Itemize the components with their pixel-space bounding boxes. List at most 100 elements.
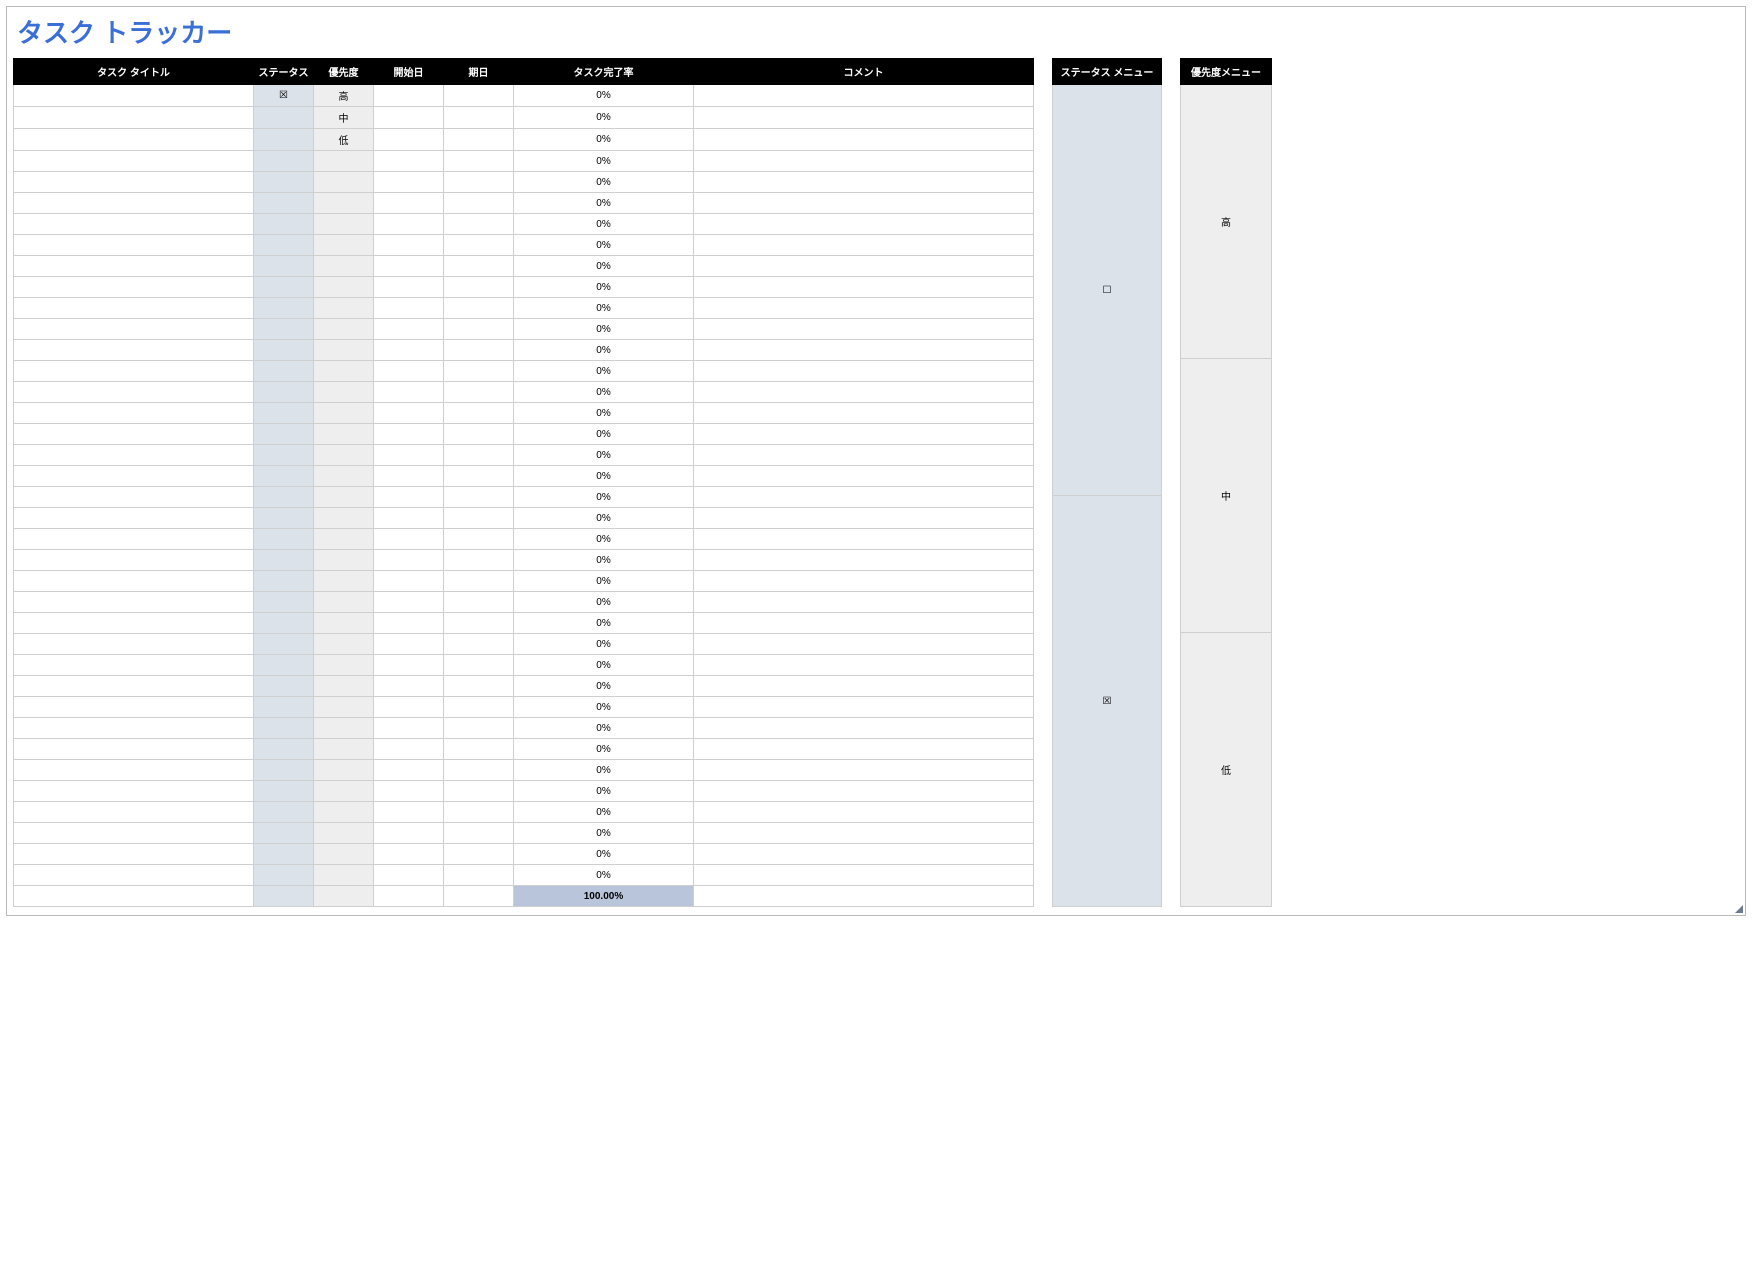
- cell-due-date[interactable]: [444, 634, 514, 655]
- cell-completion[interactable]: 0%: [514, 781, 694, 802]
- cell-start-date[interactable]: [374, 634, 444, 655]
- cell-completion[interactable]: 0%: [514, 107, 694, 129]
- cell-status[interactable]: [254, 340, 314, 361]
- cell-start-date[interactable]: [374, 256, 444, 277]
- footer-cell-priority[interactable]: [314, 886, 374, 907]
- footer-cell-status[interactable]: [254, 886, 314, 907]
- cell-status[interactable]: [254, 487, 314, 508]
- cell-priority[interactable]: [314, 718, 374, 739]
- cell-comment[interactable]: [694, 424, 1034, 445]
- cell-completion[interactable]: 0%: [514, 193, 694, 214]
- cell-due-date[interactable]: [444, 277, 514, 298]
- cell-start-date[interactable]: [374, 214, 444, 235]
- status-menu-item[interactable]: ☒: [1053, 496, 1162, 907]
- cell-due-date[interactable]: [444, 382, 514, 403]
- cell-start-date[interactable]: [374, 403, 444, 424]
- cell-task-title[interactable]: [14, 151, 254, 172]
- cell-priority[interactable]: [314, 277, 374, 298]
- cell-completion[interactable]: 0%: [514, 466, 694, 487]
- cell-task-title[interactable]: [14, 361, 254, 382]
- cell-priority[interactable]: [314, 529, 374, 550]
- cell-due-date[interactable]: [444, 403, 514, 424]
- cell-status[interactable]: [254, 256, 314, 277]
- cell-status[interactable]: [254, 235, 314, 256]
- cell-completion[interactable]: 0%: [514, 697, 694, 718]
- cell-status[interactable]: [254, 529, 314, 550]
- cell-completion[interactable]: 0%: [514, 613, 694, 634]
- cell-start-date[interactable]: [374, 550, 444, 571]
- cell-priority[interactable]: [314, 571, 374, 592]
- col-header-comment[interactable]: コメント: [694, 59, 1034, 85]
- cell-completion[interactable]: 0%: [514, 802, 694, 823]
- cell-comment[interactable]: [694, 340, 1034, 361]
- cell-status[interactable]: [254, 781, 314, 802]
- cell-due-date[interactable]: [444, 739, 514, 760]
- cell-priority[interactable]: [314, 508, 374, 529]
- cell-start-date[interactable]: [374, 508, 444, 529]
- cell-completion[interactable]: 0%: [514, 823, 694, 844]
- cell-completion[interactable]: 0%: [514, 172, 694, 193]
- cell-priority[interactable]: [314, 655, 374, 676]
- cell-start-date[interactable]: [374, 676, 444, 697]
- cell-task-title[interactable]: [14, 277, 254, 298]
- cell-due-date[interactable]: [444, 718, 514, 739]
- cell-priority[interactable]: [314, 214, 374, 235]
- cell-due-date[interactable]: [444, 529, 514, 550]
- cell-start-date[interactable]: [374, 760, 444, 781]
- cell-priority[interactable]: [314, 697, 374, 718]
- cell-priority[interactable]: [314, 466, 374, 487]
- cell-due-date[interactable]: [444, 655, 514, 676]
- cell-comment[interactable]: [694, 151, 1034, 172]
- cell-task-title[interactable]: [14, 256, 254, 277]
- cell-status[interactable]: [254, 193, 314, 214]
- cell-completion[interactable]: 0%: [514, 655, 694, 676]
- cell-comment[interactable]: [694, 508, 1034, 529]
- cell-comment[interactable]: [694, 256, 1034, 277]
- cell-start-date[interactable]: [374, 466, 444, 487]
- cell-task-title[interactable]: [14, 529, 254, 550]
- cell-task-title[interactable]: [14, 760, 254, 781]
- cell-completion[interactable]: 0%: [514, 277, 694, 298]
- cell-due-date[interactable]: [444, 844, 514, 865]
- col-header-priority[interactable]: 優先度: [314, 59, 374, 85]
- cell-task-title[interactable]: [14, 613, 254, 634]
- cell-status[interactable]: [254, 298, 314, 319]
- cell-completion[interactable]: 0%: [514, 382, 694, 403]
- cell-completion[interactable]: 0%: [514, 865, 694, 886]
- cell-comment[interactable]: [694, 823, 1034, 844]
- cell-comment[interactable]: [694, 298, 1034, 319]
- cell-task-title[interactable]: [14, 802, 254, 823]
- cell-comment[interactable]: [694, 403, 1034, 424]
- cell-priority[interactable]: [314, 676, 374, 697]
- cell-task-title[interactable]: [14, 697, 254, 718]
- cell-status[interactable]: [254, 739, 314, 760]
- cell-comment[interactable]: [694, 85, 1034, 107]
- cell-priority[interactable]: [314, 844, 374, 865]
- cell-task-title[interactable]: [14, 865, 254, 886]
- cell-comment[interactable]: [694, 193, 1034, 214]
- cell-status[interactable]: [254, 823, 314, 844]
- cell-completion[interactable]: 0%: [514, 235, 694, 256]
- cell-status[interactable]: [254, 697, 314, 718]
- cell-completion[interactable]: 0%: [514, 129, 694, 151]
- cell-status[interactable]: [254, 172, 314, 193]
- cell-due-date[interactable]: [444, 298, 514, 319]
- cell-task-title[interactable]: [14, 739, 254, 760]
- cell-priority[interactable]: [314, 235, 374, 256]
- cell-priority[interactable]: [314, 865, 374, 886]
- cell-priority[interactable]: [314, 424, 374, 445]
- cell-start-date[interactable]: [374, 361, 444, 382]
- cell-priority[interactable]: 中: [314, 107, 374, 129]
- cell-priority[interactable]: [314, 592, 374, 613]
- cell-priority[interactable]: [314, 193, 374, 214]
- cell-completion[interactable]: 0%: [514, 571, 694, 592]
- cell-start-date[interactable]: [374, 592, 444, 613]
- cell-comment[interactable]: [694, 697, 1034, 718]
- cell-due-date[interactable]: [444, 823, 514, 844]
- cell-start-date[interactable]: [374, 129, 444, 151]
- cell-status[interactable]: [254, 403, 314, 424]
- cell-status[interactable]: [254, 655, 314, 676]
- cell-priority[interactable]: [314, 319, 374, 340]
- footer-cell-completion[interactable]: 100.00%: [514, 886, 694, 907]
- cell-priority[interactable]: [314, 172, 374, 193]
